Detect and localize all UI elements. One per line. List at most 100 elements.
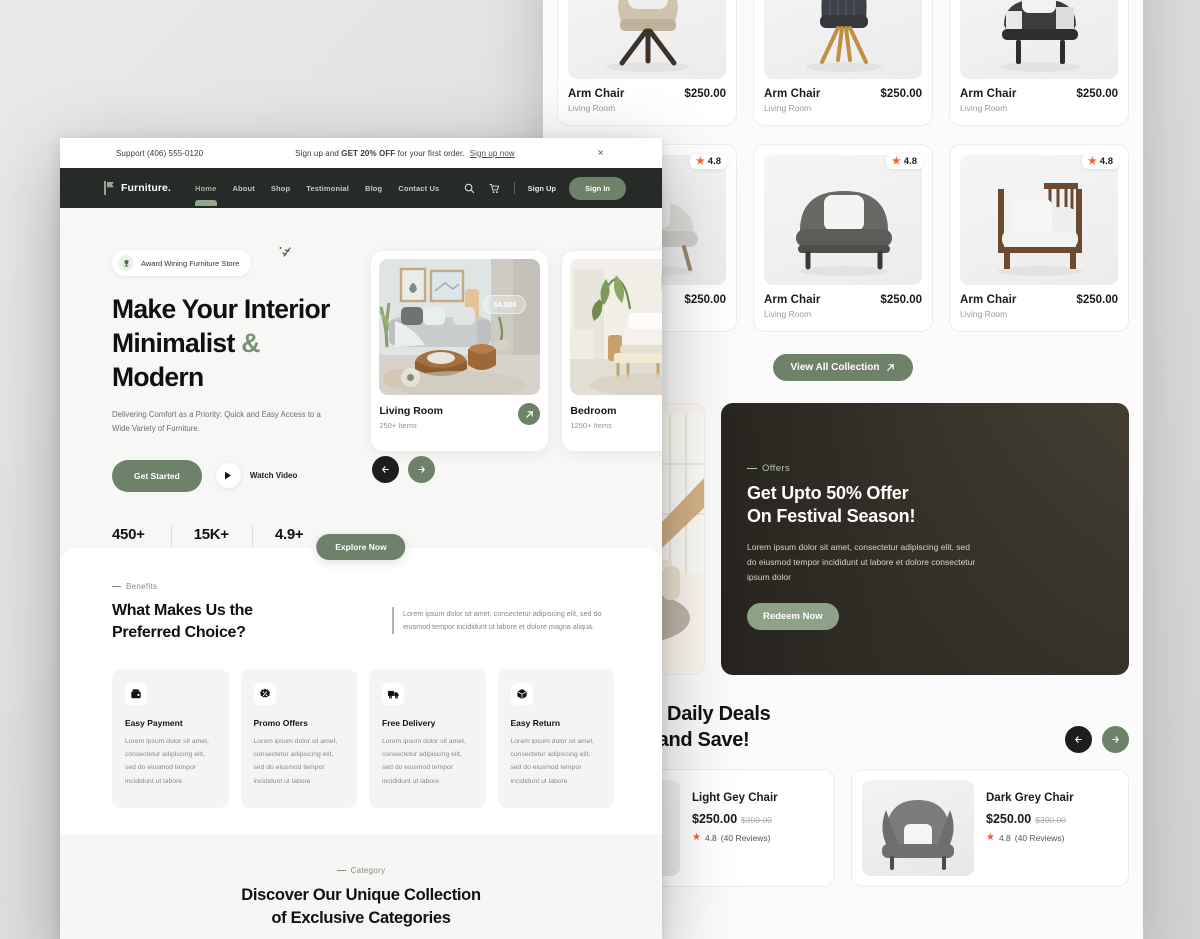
deal-name: Light Gey Chair <box>692 792 778 804</box>
product-image <box>764 0 922 79</box>
category-heading-line1: Discover Our Unique Collection <box>241 886 481 904</box>
benefits-header: Benefits What Makes Us the Preferred Cho… <box>60 548 662 645</box>
view-all-collection-button[interactable]: View All Collection <box>772 354 914 381</box>
deal-card[interactable]: Dark Grey Chair $250.00 $300.00 ★ 4.8 (40… <box>851 769 1129 887</box>
category-heading: Discover Our Unique Collection of Exclus… <box>60 884 662 930</box>
room-card-bedroom[interactable]: Bedroom 1250+ Items <box>562 251 662 451</box>
category-tag-label: Category <box>350 866 386 875</box>
room-card-footer: Bedroom 1250+ Items <box>570 395 662 430</box>
cart-icon[interactable] <box>489 182 501 194</box>
close-icon[interactable]: ✕ <box>597 149 604 158</box>
room-card-text: Living Room 250+ Items <box>379 395 443 430</box>
promo-suffix: for your first order. <box>395 148 465 158</box>
benefits-quote: Lorem ipsum dolor sit amet, consectetur … <box>392 607 614 634</box>
product-card[interactable]: Arm Chair $250.00 Living Room <box>949 0 1129 126</box>
room-prev-button[interactable] <box>372 456 400 483</box>
wallet-icon <box>125 682 147 705</box>
deal-name: Dark Grey Chair <box>986 792 1074 804</box>
delivery-truck-icon <box>382 682 404 705</box>
plaid-chair-illustration <box>1000 0 1080 72</box>
nav-link-blog[interactable]: Blog <box>365 184 382 193</box>
deal-reviews-count: (40 Reviews) <box>720 833 771 843</box>
stat-value: 450+ <box>112 525 145 543</box>
beige-swivel-chair-illustration <box>606 0 690 72</box>
room-card-living-room[interactable]: $4,500 Living Room 250+ Items <box>371 251 549 451</box>
product-card[interactable]: Arm Chair $250.00 Living Room <box>753 0 933 126</box>
nav-link-home[interactable]: Home <box>195 184 216 193</box>
nav-actions: Sign Up Sign In <box>464 176 626 200</box>
deal-rating-value: 4.8 <box>998 833 1011 843</box>
room-next-button[interactable] <box>408 456 436 483</box>
deal-current-price: $250.00 <box>986 812 1032 826</box>
nav-link-contact-us[interactable]: Contact Us <box>398 184 439 193</box>
brand-logo[interactable]: Furniture. <box>104 181 171 195</box>
offer-tag: Offers <box>747 463 1129 474</box>
room-card-footer: Living Room 250+ Items <box>379 395 541 430</box>
product-image <box>764 155 922 285</box>
hero-title-part2: Minimalist <box>112 327 242 358</box>
product-price: $250.00 <box>880 88 922 100</box>
sign-in-button[interactable]: Sign In <box>569 176 626 200</box>
deal-current-price: $250.00 <box>692 812 738 826</box>
benefits-tag-label: Benefits <box>126 582 158 591</box>
foreground-page: Support (406) 555-0120 Sign up and GET 2… <box>60 138 662 939</box>
product-price: $250.00 <box>880 294 922 306</box>
hero-subtitle: Delivering Comfort as a Priority: Quick … <box>112 409 321 433</box>
rating-badge: ★ 4.8 <box>1081 154 1119 169</box>
deal-info: Dark Grey Chair $250.00 $300.00 ★ 4.8 (40… <box>986 780 1074 876</box>
price-tag: $4,500 <box>483 295 527 314</box>
product-card[interactable]: Arm Chair $250.00 Living Room <box>557 0 737 126</box>
nav-link-testimonial[interactable]: Testimonial <box>306 184 349 193</box>
product-card[interactable]: ★ 4.8 Arm Chair $250.00 Living Room <box>949 144 1129 332</box>
product-category: Living Room <box>764 309 812 319</box>
get-started-button[interactable]: Get Started <box>112 459 202 492</box>
product-price: $250.00 <box>1076 294 1118 306</box>
rating-badge: ★ 4.8 <box>689 154 727 169</box>
redeem-now-button[interactable]: Redeem Now <box>747 602 839 630</box>
deal-info: Light Gey Chair $250.00 $300.00 ★ 4.8 (40… <box>692 780 778 876</box>
living-room-image: $4,500 <box>379 259 541 395</box>
product-image <box>960 0 1118 79</box>
watch-video-label: Watch Video <box>249 471 298 481</box>
stat-value: 15K+ <box>193 525 229 543</box>
benefits-heading: What Makes Us the Preferred Choice? <box>112 600 253 645</box>
star-icon: ★ <box>1087 155 1097 167</box>
rating-value: 4.8 <box>903 156 917 167</box>
benefits-grid: Easy Payment Lorem ipsum dolor sit amet,… <box>60 645 662 808</box>
dark-grey-chair-illustration <box>882 800 954 870</box>
deal-rating-value: 4.8 <box>704 833 717 843</box>
promo-prefix: Sign up and <box>295 148 342 158</box>
product-name: Arm Chair <box>568 88 625 100</box>
benefit-card-free-delivery: Free Delivery Lorem ipsum dolor sit amet… <box>369 668 486 808</box>
product-row: Arm Chair $250.00 Living Room Arm Chair … <box>543 0 1143 126</box>
product-name: Arm Chair <box>764 294 821 306</box>
room-name: Bedroom <box>570 405 617 417</box>
benefits-heading-line1: What Makes Us the <box>112 602 253 619</box>
hero-section: Award Wining Furniture Store Make Your I… <box>60 208 662 566</box>
product-category: Living Room <box>960 103 1008 113</box>
discount-badge-icon <box>253 682 276 705</box>
nav-link-shop[interactable]: Shop <box>271 184 290 193</box>
signup-now-link[interactable]: Sign up now <box>470 149 515 158</box>
arrow-right-icon <box>1112 736 1119 743</box>
search-icon[interactable] <box>464 182 476 194</box>
hero-content: Award Wining Furniture Store Make Your I… <box>112 247 347 566</box>
arrow-left-icon <box>382 466 390 473</box>
dash-divider <box>112 586 121 588</box>
nav-link-about[interactable]: About <box>232 184 254 193</box>
offer-description: Lorem ipsum dolor sit amet, consectetur … <box>747 542 976 582</box>
watch-video-button[interactable]: Watch Video <box>215 463 298 489</box>
product-card[interactable]: ★ 4.8 Arm Chair $250.00 Living Room <box>753 144 933 332</box>
room-card-text: Bedroom 1250+ Items <box>570 395 616 430</box>
deal-rating: ★ 4.8 (40 Reviews) <box>692 833 778 844</box>
explore-now-button[interactable]: Explore Now <box>316 534 406 560</box>
rating-value: 4.8 <box>1099 156 1113 167</box>
product-image <box>568 0 726 79</box>
deal-reviews-count: (40 Reviews) <box>1014 833 1065 843</box>
deals-next-button[interactable] <box>1102 726 1129 753</box>
wood-frame-chair-illustration <box>998 183 1082 276</box>
deals-prev-button[interactable] <box>1065 726 1092 753</box>
sign-up-button[interactable]: Sign Up <box>528 184 556 193</box>
room-go-button[interactable] <box>518 403 541 425</box>
product-category: Living Room <box>960 309 1008 319</box>
